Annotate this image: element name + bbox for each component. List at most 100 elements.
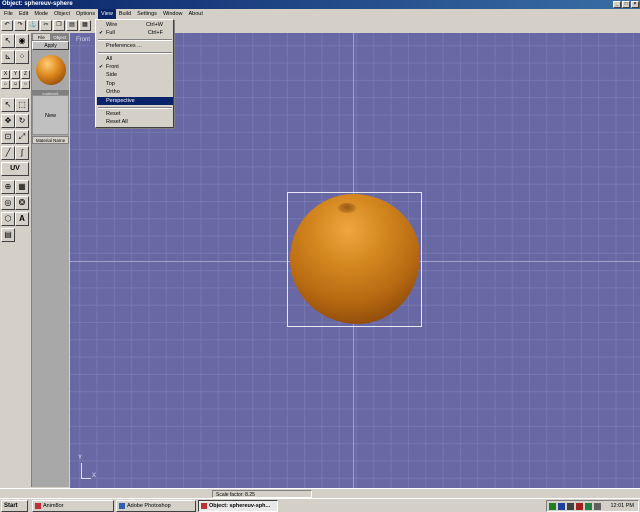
menu-item-wire-label: Wire [106,22,118,28]
menu-edit[interactable]: Edit [16,9,31,19]
cube-primitive-icon[interactable]: ▦ [15,180,29,194]
close-button[interactable]: × [631,1,639,8]
grid-icon[interactable]: ▦ [79,20,91,31]
menu-item-front-label: Front [106,64,119,70]
sphere-primitive-icon[interactable]: ⊕ [1,180,15,194]
axis-icon[interactable]: ⊾ [1,50,15,64]
anchor-icon[interactable]: ⚓ [27,20,39,31]
task-object-window[interactable]: Object: sphereuv-sph... [198,500,278,512]
scale-icon[interactable]: ⊡ [1,130,15,144]
material-preview[interactable] [33,52,69,88]
undo-icon[interactable]: ↶ [1,20,13,31]
menu-item-full-shortcut: Ctrl+F [147,30,163,36]
menu-item-side-label: Side [106,72,118,78]
menu-item-preferences-label: Preferences ... [106,43,142,49]
paste-icon[interactable]: ▤ [66,20,78,31]
uv-button[interactable]: UV [1,162,29,176]
menu-item-reset-all[interactable]: Reset All [97,118,173,126]
camera-icon[interactable]: ⌂ [1,80,10,89]
menu-item-perspective-label: Perspective [106,98,135,104]
menu-object[interactable]: Object [51,9,73,19]
menu-settings[interactable]: Settings [134,9,160,19]
material-tabs: File Object [32,33,69,41]
display-icon[interactable] [567,503,574,510]
tab-file[interactable]: File [32,33,51,41]
people-icon[interactable]: ☺ [11,80,20,89]
system-tray: 12:01 PM [546,500,639,512]
x-axis-toggle[interactable]: X [1,70,10,79]
task-photoshop-label: Adobe Photoshop [127,503,171,509]
drag-select-icon[interactable]: ⬚ [15,98,29,112]
maximize-button[interactable]: □ [622,1,630,8]
menu-item-reset[interactable]: Reset [97,110,173,118]
menu-item-reset-label: Reset [106,111,121,117]
y-axis-toggle[interactable]: Y [11,70,20,79]
photoshop-app-icon [119,503,125,509]
rotate-icon[interactable]: ↻ [15,114,29,128]
menu-view[interactable]: View [98,9,116,19]
tab-object[interactable]: Object [50,33,69,41]
redo-icon[interactable]: ↷ [14,20,26,31]
text-tool-icon[interactable]: A [15,212,29,226]
menu-separator [98,107,172,109]
axis-y-label: Y [78,455,83,461]
menu-options[interactable]: Options [73,9,98,19]
z-axis-toggle[interactable]: Z [21,70,30,79]
menu-item-front[interactable]: ✔ Front [97,63,173,71]
arrow-select-icon[interactable]: ↖ [1,34,15,48]
antivirus-icon[interactable] [576,503,583,510]
material-panel: File Object Apply material1 New Material… [31,33,69,487]
new-material-button[interactable]: New [32,95,69,135]
menu-file[interactable]: File [1,9,16,19]
copy-icon[interactable]: ❐ [53,20,65,31]
monitor-icon[interactable] [558,503,565,510]
menu-separator [98,52,172,54]
line-icon[interactable]: ╱ [1,146,15,160]
sphere-object[interactable] [290,194,420,324]
window-title: Object: sphereuv-sphere [2,1,73,7]
menu-item-top-label: Top [106,81,115,87]
tool-palette: ↖ ◉ ⊾ ⁘ X Y Z ⌂ ☺ ☼ ↖ ⬚ ✥ ↻ ⊡ ⤢ ╱ ∫ UV ⊕… [0,33,30,487]
menu-item-full[interactable]: ✔ Full Ctrl+F [97,29,173,37]
menu-item-all[interactable]: All [97,55,173,63]
network-icon[interactable] [549,503,556,510]
menu-item-side[interactable]: Side [97,71,173,79]
view-name: Front [76,37,91,43]
menu-mode[interactable]: Mode [31,9,51,19]
start-button[interactable]: Start [1,500,28,512]
menu-build[interactable]: Build [116,9,134,19]
axis-x-label: X [92,473,97,479]
menu-item-perspective[interactable]: Perspective [97,97,173,105]
menu-about[interactable]: About [186,9,206,19]
menu-item-ortho[interactable]: Ortho [97,88,173,96]
menu-item-wire[interactable]: Wire Ctrl+W [97,21,173,29]
minimize-button[interactable]: _ [613,1,621,8]
grid-mesh-icon[interactable]: ▤ [1,228,15,242]
eye-icon[interactable]: ◉ [15,34,29,48]
non-uniform-scale-icon[interactable]: ⤢ [15,130,29,144]
task-photoshop[interactable]: Adobe Photoshop [116,500,196,512]
polygon-primitive-icon[interactable]: ⬡ [1,212,15,226]
menu-item-preferences[interactable]: Preferences ... [97,42,173,50]
sphere-surface-detail [338,203,356,213]
app-tray-icon[interactable] [585,503,592,510]
points-icon[interactable]: ⁘ [15,50,29,64]
task-object-window-label: Object: sphereuv-sph... [209,503,271,509]
spline-icon[interactable]: ∫ [15,146,29,160]
menu-item-ortho-label: Ortho [106,89,120,95]
apply-button[interactable]: Apply [32,41,69,50]
light-icon[interactable]: ☼ [21,80,30,89]
task-anim8or[interactable]: Anim8or [32,500,114,512]
torus-primitive-icon[interactable]: ❂ [15,196,29,210]
axis-gizmo: Y X [78,455,96,479]
status-bar: Scale factor: 8.25 [0,488,640,498]
cylinder-primitive-icon[interactable]: ◎ [1,196,15,210]
title-bar: Object: sphereuv-sphere _ □ × [0,0,640,9]
move-icon[interactable]: ✥ [1,114,15,128]
cut-icon[interactable]: ✂ [40,20,52,31]
volume-icon[interactable] [594,503,601,510]
material-ball [36,55,66,85]
pointer-icon[interactable]: ↖ [1,98,15,112]
menu-window[interactable]: Window [160,9,186,19]
menu-item-top[interactable]: Top [97,80,173,88]
